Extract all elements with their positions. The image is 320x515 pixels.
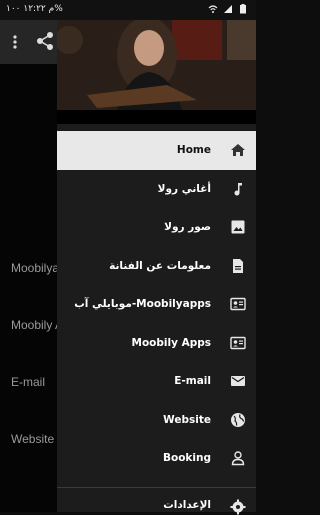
menu-item-label: Home: [176, 144, 211, 157]
mail-icon: [231, 376, 245, 387]
menu-item-email[interactable]: E-mail: [57, 362, 256, 401]
person-icon: [231, 451, 245, 466]
status-time: م ١٢:٢٢ ١٠٠%: [6, 4, 63, 14]
menu-item-artist-info[interactable]: معلومات عن الفنانة: [57, 247, 256, 286]
background-item: Moobilya: [11, 261, 60, 275]
navigation-drawer: Home أغاني رولا صور رولا معلومات عن الفن…: [57, 0, 256, 515]
menu-item-label: أغاني رولا: [157, 182, 211, 195]
drawer-menu: Home أغاني رولا صور رولا معلومات عن الفن…: [57, 131, 256, 478]
menu-item-moobily-apps[interactable]: Moobily Apps: [57, 324, 256, 363]
globe-icon: [231, 412, 245, 427]
background-item: E-mail: [11, 375, 46, 389]
contact-card-icon: [230, 298, 246, 311]
menu-item-label: Website: [163, 413, 211, 426]
menu-item-website[interactable]: Website: [57, 401, 256, 440]
menu-item-booking[interactable]: Booking: [57, 439, 256, 478]
more-vert-icon[interactable]: [8, 34, 22, 50]
background-item: Website: [11, 432, 55, 446]
image-icon: [231, 220, 245, 234]
menu-item-label: صور رولا: [164, 221, 211, 234]
menu-item-label: معلومات عن الفنانة: [109, 259, 211, 272]
status-bar: م ١٢:٢٢ ١٠٠%: [0, 0, 256, 20]
battery-icon: [240, 4, 246, 14]
home-icon: [231, 144, 245, 157]
wifi-icon: [208, 5, 218, 13]
share-icon[interactable]: [36, 31, 54, 51]
music-icon: [234, 182, 242, 196]
background-item: Moobily A: [11, 318, 64, 332]
menu-item-songs[interactable]: أغاني رولا: [57, 170, 256, 209]
menu-item-label: Booking: [162, 452, 211, 465]
menu-item-moobilyapps-ar[interactable]: موبايلي آب-Moobilyapps: [57, 285, 256, 324]
menu-item-settings[interactable]: الإعدادات: [57, 495, 256, 515]
drawer-divider: [57, 487, 256, 488]
document-icon: [233, 258, 243, 273]
gear-icon: [230, 499, 246, 515]
menu-item-label: الإعدادات: [163, 499, 211, 511]
contact-card-icon: [230, 336, 246, 349]
menu-item-photos[interactable]: صور رولا: [57, 208, 256, 247]
status-icons: [208, 4, 248, 14]
menu-item-label: موبايلي آب-Moobilyapps: [74, 298, 211, 311]
menu-item-label: E-mail: [174, 375, 211, 388]
signal-icon: [224, 5, 232, 13]
menu-item-label: Moobily Apps: [131, 336, 212, 349]
menu-item-home[interactable]: Home: [57, 131, 256, 170]
